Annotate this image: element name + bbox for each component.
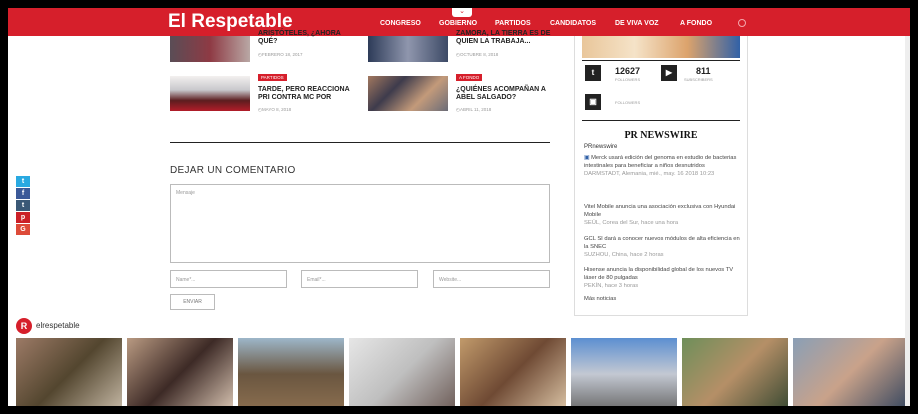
post-title[interactable]: ¿QUIÉNES ACOMPAÑAN A ABEL SALGADO? bbox=[456, 86, 556, 102]
instagram-photo[interactable] bbox=[238, 338, 344, 406]
pr-newswire-brand[interactable]: PRnewswire bbox=[584, 144, 617, 150]
post-date: OCTUBRE 8, 2018 bbox=[456, 52, 498, 58]
sidebar-divider bbox=[582, 120, 740, 121]
message-textarea[interactable]: Mensaje bbox=[170, 184, 550, 263]
post-title[interactable]: ZAMORA, LA TIERRA ES DE QUIEN LA TRABAJA… bbox=[456, 30, 556, 46]
pinterest-icon[interactable]: p bbox=[16, 212, 30, 223]
post-thumbnail[interactable] bbox=[368, 36, 448, 62]
send-button[interactable]: ENVIAR bbox=[170, 294, 215, 310]
news-location: DARMSTADT, Alemania, mié., may. 16 2018 … bbox=[584, 171, 715, 177]
website-field[interactable]: Website... bbox=[433, 270, 550, 288]
instagram-photo[interactable] bbox=[349, 338, 455, 406]
instagram-label: FOLLOWERS bbox=[615, 100, 641, 105]
sidebar-ad-banner[interactable] bbox=[582, 36, 740, 58]
instagram-photo[interactable] bbox=[682, 338, 788, 406]
instagram-logo[interactable]: R bbox=[16, 318, 32, 334]
post-thumbnail[interactable] bbox=[170, 76, 250, 111]
post-date: FEBRERO 18, 2017 bbox=[258, 52, 303, 58]
category-badge[interactable]: A FONDO bbox=[456, 74, 483, 81]
twitter-icon[interactable]: t bbox=[16, 176, 30, 187]
instagram-photo[interactable] bbox=[793, 338, 905, 406]
news-location: SEÚL, Corea del Sur, hace una hora bbox=[584, 220, 679, 226]
tumblr-icon[interactable]: t bbox=[16, 200, 30, 211]
nav-candidatos[interactable]: CANDIDATOS bbox=[550, 20, 596, 27]
news-text[interactable]: GCL SI dará a conocer nuevos módulos de … bbox=[584, 236, 740, 250]
news-location: SUZHOU, China, hace 2 horas bbox=[584, 252, 664, 258]
more-news-link[interactable]: Más noticias bbox=[584, 296, 616, 302]
instagram-icon[interactable]: ▣ bbox=[585, 94, 601, 110]
news-text[interactable]: Hisense anuncia la disponibilidad global… bbox=[584, 267, 733, 281]
post-title[interactable]: ARISTÓTELES, ¿AHORA QUÉ? bbox=[258, 30, 353, 46]
news-item[interactable]: ▣ Merck usará edición del genoma en estu… bbox=[584, 154, 742, 178]
news-text[interactable]: Merck usará edición del genoma en estudi… bbox=[584, 155, 736, 169]
pr-newswire-title: PR NEWSWIRE bbox=[624, 130, 698, 141]
twitter-count: 12627 bbox=[615, 66, 641, 76]
search-icon[interactable] bbox=[738, 19, 746, 27]
category-badge[interactable]: PARTIDOS bbox=[258, 74, 287, 81]
comment-form-title: DEJAR UN COMENTARIO bbox=[170, 165, 296, 176]
instagram-photo[interactable] bbox=[16, 338, 122, 406]
post-thumbnail[interactable] bbox=[368, 76, 448, 111]
news-item[interactable]: Hisense anuncia la disponibilidad global… bbox=[584, 266, 742, 290]
post-date: MAYO 8, 2018 bbox=[258, 107, 291, 113]
instagram-photo[interactable] bbox=[571, 338, 677, 406]
youtube-count: 811 bbox=[696, 66, 711, 76]
news-location: PEKÍN, hace 3 horas bbox=[584, 283, 639, 289]
post-title[interactable]: TARDE, PERO REACCIONA PRI CONTRA MC POR bbox=[258, 86, 358, 102]
post-date: ABRIL 11, 2018 bbox=[456, 107, 491, 113]
section-divider bbox=[170, 142, 550, 143]
instagram-photo[interactable] bbox=[127, 338, 233, 406]
email-field[interactable]: Email*... bbox=[301, 270, 418, 288]
youtube-icon[interactable]: ▶ bbox=[661, 65, 677, 81]
nav-toggle-tab[interactable]: ⌄ bbox=[452, 8, 472, 17]
post-thumbnail[interactable] bbox=[170, 36, 250, 62]
instagram-photo[interactable] bbox=[460, 338, 566, 406]
facebook-icon[interactable]: f bbox=[16, 188, 30, 199]
sidebar-divider bbox=[582, 60, 740, 61]
news-item[interactable]: GCL SI dará a conocer nuevos módulos de … bbox=[584, 235, 742, 259]
news-text[interactable]: Vitel Mobile anuncia una asociación excl… bbox=[584, 204, 735, 218]
nav-de-viva-voz[interactable]: DE VIVA VOZ bbox=[615, 20, 659, 27]
scrollbar[interactable] bbox=[905, 36, 910, 406]
googleplus-icon[interactable]: G bbox=[16, 224, 30, 235]
youtube-label: SUBSCRIBERS bbox=[684, 77, 713, 82]
page: El Respetable ⌄ CONGRESO GOBIERNO PARTID… bbox=[8, 8, 910, 406]
nav-congreso[interactable]: CONGRESO bbox=[380, 20, 421, 27]
nav-partidos[interactable]: PARTIDOS bbox=[495, 20, 531, 27]
twitter-icon[interactable]: t bbox=[585, 65, 601, 81]
name-field[interactable]: Name*... bbox=[170, 270, 287, 288]
nav-gobierno[interactable]: GOBIERNO bbox=[439, 20, 477, 27]
twitter-label: FOLLOWERS bbox=[615, 77, 641, 82]
instagram-handle[interactable]: elrespetable bbox=[36, 321, 80, 330]
nav-a-fondo[interactable]: A FONDO bbox=[680, 20, 712, 27]
news-item[interactable]: Vitel Mobile anuncia una asociación excl… bbox=[584, 203, 742, 227]
